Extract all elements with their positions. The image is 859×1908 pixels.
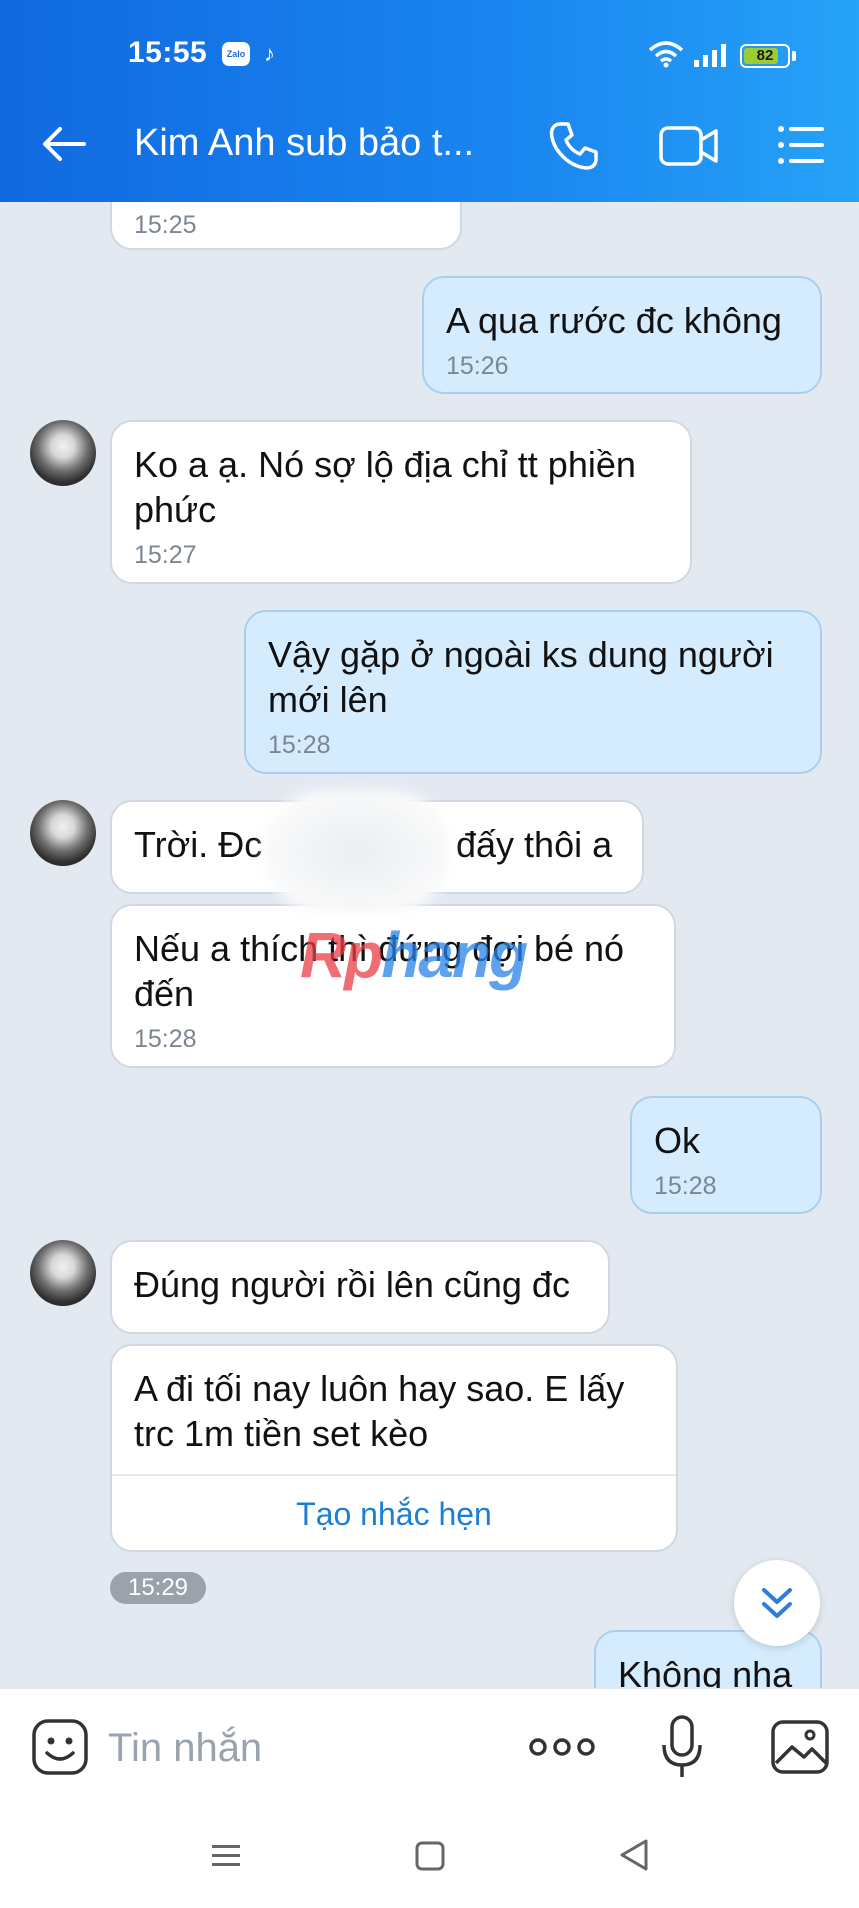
message-time: 15:25 xyxy=(134,211,197,239)
message-text-end: đấy thôi a xyxy=(456,824,613,865)
microphone-icon[interactable] xyxy=(660,1713,704,1781)
battery-level: 82 xyxy=(756,47,774,64)
phone-call-icon[interactable] xyxy=(548,120,600,172)
system-navigation-bar xyxy=(0,1806,859,1908)
scroll-to-bottom-button[interactable] xyxy=(734,1560,820,1646)
home-icon[interactable] xyxy=(414,1840,446,1872)
message-bubble-received[interactable]: 15:25 xyxy=(110,202,462,250)
message-bubble-received[interactable]: Ko a ạ. Nó sợ lộ địa chỉ tt phiền phức 1… xyxy=(110,420,692,584)
message-time: 15:27 xyxy=(134,541,197,569)
message-bubble-sent[interactable]: Vậy gặp ở ngoài ks dung người mới lên 15… xyxy=(244,610,822,774)
message-list[interactable]: 15:25 A qua rước đc không 15:26 Ko a ạ. … xyxy=(0,202,859,1688)
more-options-icon[interactable] xyxy=(528,1729,596,1765)
contact-avatar[interactable] xyxy=(30,1240,96,1306)
blurred-region xyxy=(264,790,450,914)
chat-header: 15:55 Zalo ♪ 82 Kim Anh sub bảo t... xyxy=(0,0,859,202)
signal-icon xyxy=(694,44,726,67)
chat-title[interactable]: Kim Anh sub bảo t... xyxy=(134,122,474,165)
battery-icon: 82 xyxy=(740,44,790,68)
tiktok-notification-icon: ♪ xyxy=(264,41,275,66)
contact-avatar[interactable] xyxy=(30,420,96,486)
wifi-icon xyxy=(648,41,684,68)
back-arrow-icon[interactable] xyxy=(40,120,88,168)
create-reminder-button[interactable]: Tạo nhắc hẹn xyxy=(112,1476,676,1550)
back-triangle-icon[interactable] xyxy=(618,1838,650,1872)
message-text: A qua rước đc không xyxy=(446,300,782,341)
status-time: 15:55 xyxy=(128,36,208,69)
message-time: 15:26 xyxy=(446,352,509,380)
message-text-start: Trời. Đc xyxy=(134,824,263,865)
watermark-logo: Rphang xyxy=(300,919,528,991)
message-bubble-sent[interactable]: Ok 15:28 xyxy=(630,1096,822,1214)
recent-apps-icon[interactable] xyxy=(210,1842,242,1870)
message-time: 15:28 xyxy=(654,1172,717,1200)
message-text: Không nha xyxy=(618,1654,793,1688)
timestamp-pill: 15:29 xyxy=(110,1572,206,1604)
message-time: 15:28 xyxy=(268,731,331,759)
message-text: Ok xyxy=(654,1120,701,1161)
zalo-notification-icon: Zalo xyxy=(222,42,250,66)
contact-avatar[interactable] xyxy=(30,800,96,866)
message-text: Ko a ạ. Nó sợ lộ địa chỉ tt phiền phức xyxy=(134,444,636,530)
message-input[interactable] xyxy=(106,1715,510,1781)
message-text: A đi tối nay luôn hay sao. E lấy trc 1m … xyxy=(134,1368,625,1454)
status-bar: 15:55 Zalo ♪ 82 xyxy=(0,0,859,88)
message-bubble-sent[interactable]: A qua rước đc không 15:26 xyxy=(422,276,822,394)
options-list-icon[interactable] xyxy=(776,120,826,170)
image-gallery-icon[interactable] xyxy=(770,1719,830,1775)
message-bubble-received[interactable]: Đúng người rồi lên cũng đc xyxy=(110,1240,610,1334)
message-text: Đúng người rồi lên cũng đc xyxy=(134,1264,570,1305)
double-chevron-down-icon xyxy=(762,1588,792,1618)
battery-tip xyxy=(792,51,796,61)
video-call-icon[interactable] xyxy=(658,120,720,172)
message-text: Vậy gặp ở ngoài ks dung người mới lên xyxy=(268,634,774,720)
sticker-emoji-icon[interactable] xyxy=(30,1717,90,1777)
message-input-bar xyxy=(0,1688,859,1807)
message-time: 15:28 xyxy=(134,1025,197,1053)
message-bubble-received-reminder[interactable]: A đi tối nay luôn hay sao. E lấy trc 1m … xyxy=(110,1344,678,1552)
